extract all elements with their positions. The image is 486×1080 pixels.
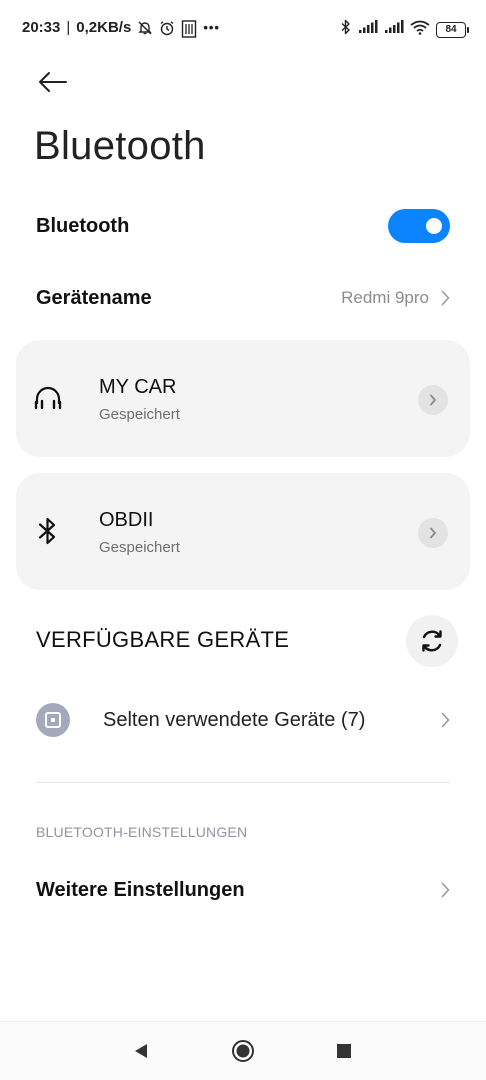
device-status: Gespeichert <box>99 539 180 556</box>
page-title: Bluetooth <box>34 124 206 168</box>
headphones-icon <box>32 382 64 414</box>
status-speed: 0,2KB/s <box>76 19 132 36</box>
nav-home-button[interactable] <box>230 1038 256 1064</box>
bluetooth-toggle[interactable] <box>388 209 450 243</box>
device-name: MY CAR <box>99 376 177 398</box>
device-name-value-wrap: Redmi 9pro <box>341 288 450 308</box>
arrow-left-icon <box>39 72 67 92</box>
bluetooth-label: Bluetooth <box>36 214 130 237</box>
saved-device-card[interactable]: MY CAR Gespeichert <box>16 340 470 457</box>
battery-icon: 84 <box>436 21 469 38</box>
device-name-value: Redmi 9pro <box>341 288 429 307</box>
home-circle-icon <box>232 1040 254 1062</box>
status-separator: | <box>66 19 71 36</box>
device-details-button[interactable] <box>418 385 448 415</box>
status-left: 20:33 | 0,2KB/s ••• <box>22 19 220 38</box>
device-details-button[interactable] <box>418 518 448 548</box>
bluetooth-status-icon <box>340 19 352 40</box>
settings-section-caption: BLUETOOTH-EINSTELLUNGEN <box>36 824 248 840</box>
navigation-bar <box>0 1021 486 1080</box>
nav-back-button[interactable] <box>128 1038 154 1064</box>
chevron-right-icon <box>441 290 450 306</box>
nav-recents-button[interactable] <box>331 1038 357 1064</box>
device-status: Gespeichert <box>99 406 180 423</box>
device-name: OBDII <box>99 509 154 531</box>
more-settings-row[interactable]: Weitere Einstellungen <box>0 864 486 916</box>
chevron-right-icon <box>441 882 450 898</box>
back-button[interactable] <box>36 66 70 98</box>
refresh-button[interactable] <box>406 615 458 667</box>
rarely-used-devices-label: Selten verwendete Geräte (7) <box>103 708 366 731</box>
bluetooth-icon <box>32 515 64 547</box>
bell-off-icon <box>137 20 153 36</box>
rarely-used-devices-row[interactable]: Selten verwendete Geräte (7) <box>0 694 486 746</box>
device-icon <box>36 703 70 737</box>
chevron-right-icon <box>441 712 450 728</box>
more-settings-label: Weitere Einstellungen <box>36 878 245 901</box>
recents-square-icon <box>337 1044 351 1058</box>
alarm-icon <box>159 20 175 36</box>
status-bar: 20:33 | 0,2KB/s ••• 84 <box>0 0 486 58</box>
chevron-right-icon <box>430 394 436 406</box>
signal-icon <box>384 20 404 39</box>
available-devices-title: VERFÜGBARE GERÄTE <box>36 627 290 652</box>
device-name-row[interactable]: Gerätename Redmi 9pro <box>0 272 486 324</box>
chevron-right-icon <box>430 527 436 539</box>
status-time: 20:33 <box>22 19 61 36</box>
divider <box>36 782 450 783</box>
status-more: ••• <box>203 20 220 35</box>
back-triangle-icon <box>135 1044 147 1058</box>
saved-device-card[interactable]: OBDII Gespeichert <box>16 473 470 590</box>
refresh-icon <box>422 630 442 652</box>
device-name-label: Gerätename <box>36 286 152 309</box>
bluetooth-toggle-row[interactable]: Bluetooth <box>0 200 486 252</box>
signal-icon <box>358 20 378 39</box>
status-right: 84 <box>340 19 469 40</box>
sim-icon <box>181 19 197 38</box>
wifi-icon <box>410 20 430 40</box>
toggle-knob <box>426 218 442 234</box>
